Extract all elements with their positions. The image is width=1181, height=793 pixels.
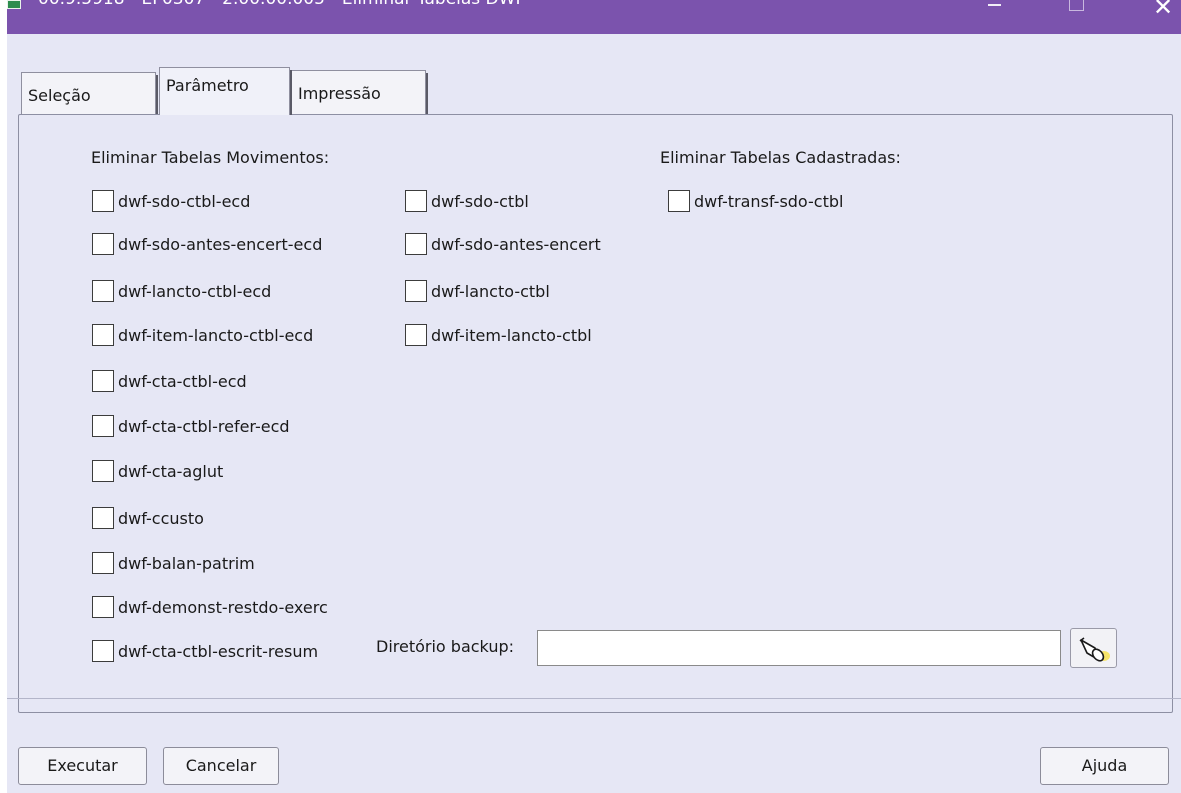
checkbox-box[interactable] — [92, 324, 114, 346]
checkbox-label: dwf-lancto-ctbl — [431, 281, 550, 301]
checkbox-label: dwf-cta-ctbl-ecd — [118, 371, 247, 391]
checkbox-dwf-sdo-ctbl-ecd[interactable]: dwf-sdo-ctbl-ecd — [92, 190, 250, 212]
tab-label: Seleção — [28, 86, 91, 105]
checkbox-box[interactable] — [92, 233, 114, 255]
checkbox-box[interactable] — [92, 507, 114, 529]
tab-selecao[interactable]: Seleção — [21, 72, 158, 116]
checkbox-box[interactable] — [405, 280, 427, 302]
checkbox-box[interactable] — [92, 596, 114, 618]
minimize-icon[interactable] — [982, 0, 1006, 10]
checkbox-dwf-lancto-ctbl-ecd[interactable]: dwf-lancto-ctbl-ecd — [92, 280, 271, 302]
help-button[interactable]: Ajuda — [1040, 747, 1169, 785]
maximize-icon[interactable] — [1064, 0, 1088, 18]
window-title: 00.9.5918 - EF0307 - 2.00.00.005 - Elimi… — [38, 0, 525, 9]
checkbox-dwf-cta-ctbl-ecd[interactable]: dwf-cta-ctbl-ecd — [92, 370, 247, 392]
tab-impressao[interactable]: Impressão — [291, 70, 428, 115]
checkbox-box[interactable] — [92, 370, 114, 392]
checkbox-dwf-cta-ctbl-escrit-resum[interactable]: dwf-cta-ctbl-escrit-resum — [92, 640, 318, 662]
tab-label: Parâmetro — [166, 76, 249, 95]
movimentos-title: Eliminar Tabelas Movimentos: — [91, 148, 330, 167]
checkbox-dwf-item-lancto-ctbl[interactable]: dwf-item-lancto-ctbl — [405, 324, 592, 346]
checkbox-dwf-demonst-restdo-exerc[interactable]: dwf-demonst-restdo-exerc — [92, 596, 328, 618]
cadastradas-title: Eliminar Tabelas Cadastradas: — [660, 148, 901, 167]
checkbox-dwf-sdo-antes-encert[interactable]: dwf-sdo-antes-encert — [405, 233, 601, 255]
checkbox-label: dwf-demonst-restdo-exerc — [118, 597, 328, 617]
checkbox-dwf-cta-ctbl-refer-ecd[interactable]: dwf-cta-ctbl-refer-ecd — [92, 415, 290, 437]
checkbox-label: dwf-cta-aglut — [118, 461, 224, 481]
title-bar: 00.9.5918 - EF0307 - 2.00.00.005 - Elimi… — [7, 0, 1181, 34]
checkbox-box[interactable] — [92, 190, 114, 212]
checkbox-label: dwf-sdo-ctbl-ecd — [118, 191, 251, 211]
checkbox-label: dwf-cta-ctbl-refer-ecd — [118, 416, 290, 436]
checkbox-dwf-lancto-ctbl[interactable]: dwf-lancto-ctbl — [405, 280, 550, 302]
tab-parametro[interactable]: Parâmetro — [159, 67, 292, 115]
checkbox-label: dwf-sdo-antes-encert-ecd — [118, 234, 323, 254]
backup-directory-input[interactable] — [537, 630, 1061, 666]
checkbox-label: dwf-cta-ctbl-escrit-resum — [118, 641, 319, 661]
checkbox-label: dwf-lancto-ctbl-ecd — [118, 281, 272, 301]
checkbox-label: dwf-transf-sdo-ctbl — [694, 191, 844, 211]
checkbox-box[interactable] — [92, 552, 114, 574]
checkbox-dwf-item-lancto-ctbl-ecd[interactable]: dwf-item-lancto-ctbl-ecd — [92, 324, 313, 346]
checkbox-box[interactable] — [405, 324, 427, 346]
checkbox-box[interactable] — [92, 460, 114, 482]
checkbox-label: dwf-item-lancto-ctbl-ecd — [118, 325, 314, 345]
checkbox-dwf-sdo-ctbl[interactable]: dwf-sdo-ctbl — [405, 190, 529, 212]
flashlight-icon — [1079, 637, 1110, 662]
checkbox-box[interactable] — [92, 415, 114, 437]
checkbox-dwf-transf-sdo-ctbl[interactable]: dwf-transf-sdo-ctbl — [668, 190, 843, 212]
checkbox-box[interactable] — [668, 190, 690, 212]
browse-directory-button[interactable] — [1070, 628, 1117, 668]
checkbox-box[interactable] — [405, 190, 427, 212]
backup-directory-label: Diretório backup: — [376, 637, 515, 656]
checkbox-label: dwf-sdo-ctbl — [431, 191, 529, 211]
checkbox-dwf-balan-patrim[interactable]: dwf-balan-patrim — [92, 552, 255, 574]
cancel-button[interactable]: Cancelar — [163, 747, 279, 785]
checkbox-label: dwf-ccusto — [118, 508, 204, 528]
checkbox-label: dwf-sdo-antes-encert — [431, 234, 601, 254]
parameters-panel: Eliminar Tabelas Movimentos: Eliminar Ta… — [18, 114, 1173, 713]
execute-button[interactable]: Executar — [18, 747, 147, 785]
checkbox-box[interactable] — [405, 233, 427, 255]
checkbox-box[interactable] — [92, 280, 114, 302]
checkbox-box[interactable] — [92, 640, 114, 662]
checkbox-dwf-sdo-antes-encert-ecd[interactable]: dwf-sdo-antes-encert-ecd — [92, 233, 322, 255]
tab-label: Impressão — [298, 84, 381, 103]
checkbox-dwf-cta-aglut[interactable]: dwf-cta-aglut — [92, 460, 223, 482]
close-icon[interactable]: ✕ — [1149, 0, 1177, 20]
checkbox-dwf-ccusto[interactable]: dwf-ccusto — [92, 507, 204, 529]
dialog-window: Seleção Parâmetro Impressão Eliminar Tab… — [7, 34, 1181, 793]
checkbox-label: dwf-balan-patrim — [118, 553, 255, 573]
app-icon — [7, 0, 21, 9]
checkbox-label: dwf-item-lancto-ctbl — [431, 325, 592, 345]
footer-separator — [7, 698, 1181, 699]
